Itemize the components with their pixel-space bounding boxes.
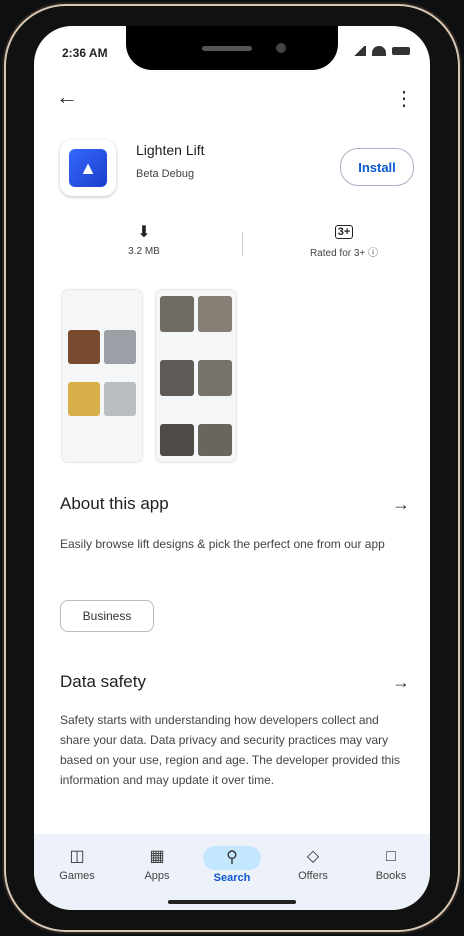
lift-thumb <box>68 330 100 364</box>
lift-thumb <box>198 424 232 456</box>
nav-offers[interactable]: ◇ Offers <box>278 846 348 882</box>
lift-thumb <box>104 382 136 416</box>
nav-apps[interactable]: ▦ Apps <box>122 846 192 882</box>
download-size-label: 3.2 MB <box>128 246 160 257</box>
download-size: ⬇ 3.2 MB <box>94 222 194 257</box>
tag-icon: ◇ <box>306 848 320 865</box>
nav-books[interactable]: □ Books <box>356 846 426 882</box>
signal-icon <box>352 46 366 56</box>
apps-grid-icon: ▦ <box>149 848 165 865</box>
camera-notch <box>126 26 338 70</box>
battery-icon <box>392 47 410 55</box>
lift-thumb <box>198 296 232 332</box>
back-arrow-icon[interactable]: ← <box>56 84 78 110</box>
lift-thumb <box>198 360 232 396</box>
data-safety-arrow-icon[interactable]: → <box>392 672 410 693</box>
app-title: Lighten Lift <box>136 142 205 158</box>
status-time: 2:36 AM <box>62 46 108 60</box>
book-icon: □ <box>386 848 396 865</box>
more-options-icon[interactable]: ⋮ <box>394 86 414 111</box>
active-pill: ⚲ <box>203 846 261 870</box>
app-subtitle: Beta Debug <box>136 168 195 180</box>
wifi-icon <box>372 46 386 56</box>
about-title[interactable]: About this app <box>60 494 169 514</box>
nav-search[interactable]: ⚲ Search <box>197 846 267 884</box>
search-icon: ⚲ <box>226 849 238 866</box>
lift-thumb <box>160 360 194 396</box>
content-rating[interactable]: 3+ Rated for 3+ ⓘ <box>284 222 404 259</box>
about-description: Easily browse lift designs & pick the pe… <box>60 537 385 551</box>
rating-label: Rated for 3+ ⓘ <box>309 248 379 259</box>
download-icon: ⬇ <box>137 224 151 241</box>
install-button[interactable]: Install <box>340 148 414 186</box>
nav-apps-label: Apps <box>144 870 170 882</box>
meta-divider <box>242 232 243 256</box>
app-icon: ▲ <box>60 140 116 196</box>
front-camera <box>276 43 286 53</box>
rating-badge-icon: 3+ <box>334 225 354 239</box>
nav-games[interactable]: ◫ Games <box>42 846 112 882</box>
data-safety-description: Safety starts with understanding how dev… <box>60 713 401 787</box>
lift-logo-icon: ▲ <box>69 149 107 187</box>
screenshot-1[interactable] <box>62 290 142 462</box>
lift-thumb <box>68 382 100 416</box>
category-chip[interactable]: Business <box>60 600 154 632</box>
home-indicator[interactable] <box>168 900 296 904</box>
lift-thumb <box>160 424 194 456</box>
nav-games-label: Games <box>59 870 95 882</box>
screenshot-2[interactable] <box>156 290 236 462</box>
lift-thumb <box>160 296 194 332</box>
bottom-navigation: ◫ Games ▦ Apps ⚲ Search ◇ Offers □ Books <box>34 834 430 910</box>
gamepad-icon: ◫ <box>69 848 85 865</box>
about-arrow-icon[interactable]: → <box>392 494 410 515</box>
data-safety-title[interactable]: Data safety <box>60 672 146 692</box>
nav-books-label: Books <box>375 870 407 882</box>
nav-search-label: Search <box>213 872 251 884</box>
speaker-grille <box>202 46 252 51</box>
phone-screen: 2:36 AM ← ⋮ ▲ Lighten Lift Beta Debug In… <box>34 26 430 910</box>
status-icons <box>352 46 410 56</box>
nav-offers-label: Offers <box>298 870 328 882</box>
lift-thumb <box>104 330 136 364</box>
